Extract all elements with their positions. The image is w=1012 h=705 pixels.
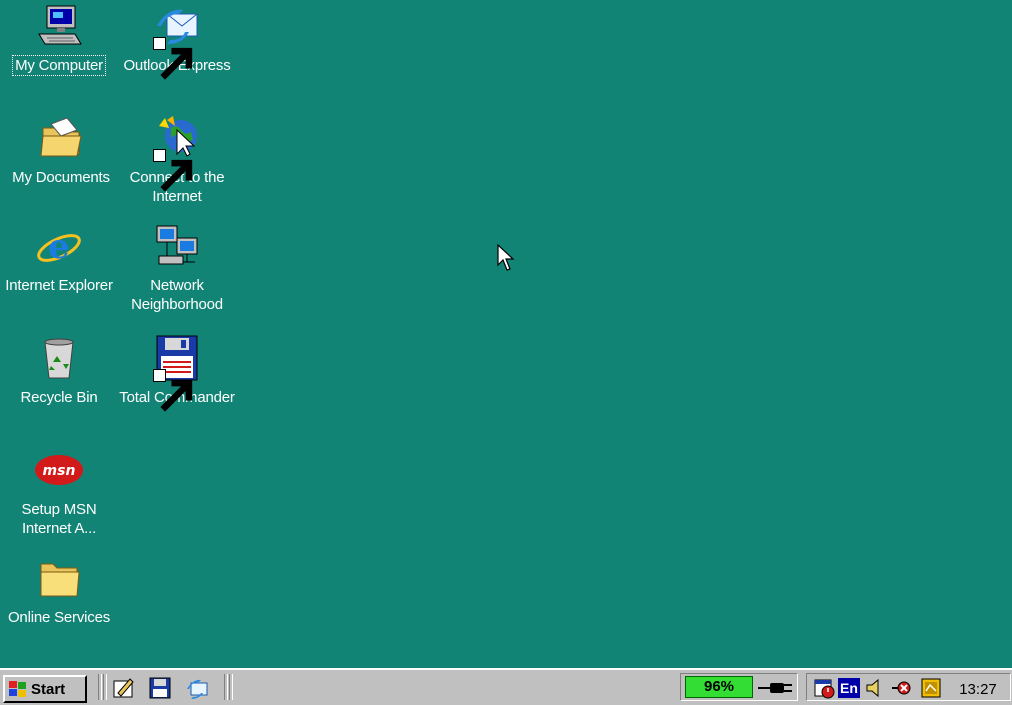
svg-text:e: e: [48, 227, 70, 267]
outlook-express-icon: [153, 2, 201, 80]
desktop-icon-connect-internet[interactable]: Connect to the Internet: [118, 114, 236, 206]
taskbar-separator: [103, 674, 107, 700]
language-indicator[interactable]: En: [838, 678, 860, 698]
windows-logo-icon: [9, 681, 26, 697]
taskbar-separator: [98, 674, 102, 700]
desktop-icon-label: My Documents: [12, 169, 110, 186]
battery-level[interactable]: 96%: [685, 676, 753, 698]
app-tray-icon[interactable]: [920, 677, 942, 699]
svg-text:msn: msn: [43, 463, 76, 479]
desktop-icon-label: Network Neighborhood: [131, 277, 223, 313]
desktop-show-icon[interactable]: [112, 677, 136, 699]
taskbar-separator: [224, 674, 228, 700]
folder-documents-icon: [37, 114, 85, 162]
start-label: Start: [31, 680, 66, 698]
desktop-icon-label: Setup MSN Internet A...: [21, 501, 97, 537]
save-icon[interactable]: [148, 677, 172, 699]
desktop-icon-total-commander[interactable]: Total Commander: [118, 334, 236, 412]
computer-icon: [35, 2, 83, 50]
desktop-icon-network-neighborhood[interactable]: Network Neighborhood: [118, 222, 236, 314]
desktop-icon-setup-msn[interactable]: msn Setup MSN Internet A...: [0, 446, 118, 538]
recycle-bin-icon: [35, 334, 83, 382]
desktop-icon-label: Online Services: [7, 609, 111, 626]
outlook-express-icon[interactable]: [185, 677, 209, 699]
volume-icon[interactable]: [864, 677, 886, 699]
mouse-pointer-icon: [497, 244, 515, 271]
desktop-icon-label: Recycle Bin: [20, 389, 98, 406]
internet-explorer-icon: e: [35, 222, 83, 270]
network-disconnected-icon[interactable]: [890, 677, 912, 699]
desktop-icon-outlook-express[interactable]: Outlook Express: [118, 2, 236, 80]
desktop-icon-label: My Computer: [12, 55, 106, 76]
floppy-disk-icon: [153, 334, 201, 412]
network-icon: [153, 222, 201, 270]
desktop-icon-internet-explorer[interactable]: e Internet Explorer: [0, 222, 118, 295]
desktop-icon-online-services[interactable]: Online Services: [0, 554, 118, 627]
shortcut-arrow-icon: [153, 369, 193, 412]
connect-internet-icon: [153, 114, 201, 192]
desktop-icon-label: Internet Explorer: [5, 277, 113, 294]
folder-icon: [35, 554, 83, 602]
desktop[interactable]: My Computer My Documents e Internet Expl…: [0, 0, 1012, 668]
shortcut-arrow-icon: [153, 37, 193, 80]
clock[interactable]: 13:27: [948, 681, 1008, 698]
start-button[interactable]: Start: [3, 675, 87, 703]
power-plug-icon[interactable]: [756, 680, 796, 696]
msn-icon: msn: [35, 446, 83, 494]
desktop-icon-recycle-bin[interactable]: Recycle Bin: [0, 334, 118, 407]
desktop-icon-my-computer[interactable]: My Computer: [0, 2, 118, 76]
taskbar-separator: [229, 674, 233, 700]
scheduler-icon[interactable]: [813, 677, 835, 699]
desktop-icon-my-documents[interactable]: My Documents: [2, 114, 120, 187]
shortcut-arrow-icon: [153, 149, 193, 192]
